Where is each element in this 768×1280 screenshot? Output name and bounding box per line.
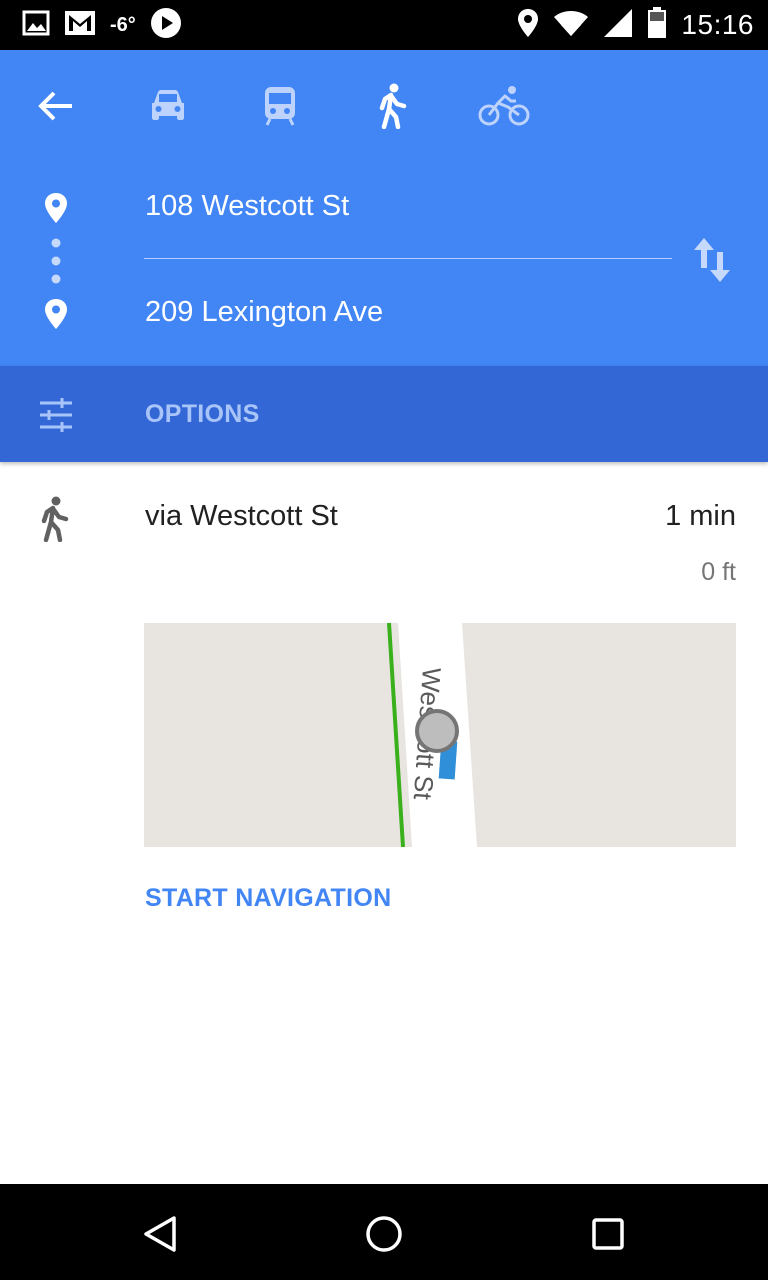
play-icon [150, 7, 182, 44]
temperature-label: -6° [110, 13, 136, 36]
walk-icon [379, 83, 407, 129]
map-graphic: Westcott St [144, 623, 736, 847]
route-map-preview[interactable]: Westcott St [144, 623, 736, 847]
tune-sliders-icon [38, 398, 74, 437]
mode-transit-tab[interactable] [252, 78, 308, 134]
nav-recents-button[interactable] [582, 1208, 634, 1260]
wifi-icon [553, 9, 589, 42]
gmail-icon [64, 10, 96, 41]
mode-walking-tab[interactable] [364, 78, 420, 134]
clock: 15:16 [681, 9, 754, 40]
location-icon [517, 8, 539, 43]
nav-home-button[interactable] [358, 1208, 410, 1260]
origin-pin-icon [42, 192, 70, 229]
travel-mode-bar [0, 50, 768, 162]
walk-icon [38, 496, 70, 547]
nav-back-button[interactable] [134, 1208, 186, 1260]
options-bar[interactable]: OPTIONS [0, 366, 768, 462]
address-divider [144, 258, 672, 259]
square-recents-icon [592, 1218, 624, 1250]
mode-driving-tab[interactable] [140, 78, 196, 134]
route-dots-icon [49, 236, 63, 291]
location-dot-icon [415, 709, 459, 753]
triangle-back-icon [144, 1216, 176, 1252]
battery-icon [647, 6, 667, 44]
destination-pin-icon [42, 298, 70, 335]
image-icon [22, 10, 50, 41]
car-icon [152, 90, 184, 120]
system-nav-bar [0, 1184, 768, 1280]
status-bar: -6° 15:16 [0, 0, 768, 50]
back-button[interactable] [28, 78, 84, 134]
directions-header: 108 Westcott St 209 Lexington Ave [0, 50, 768, 366]
mode-cycling-tab[interactable] [476, 78, 532, 134]
transit-icon [265, 87, 295, 126]
route-distance: 0 ft [701, 558, 736, 586]
destination-field[interactable]: 209 Lexington Ave [145, 296, 383, 329]
bike-icon [478, 86, 530, 126]
swap-arrows-icon [694, 238, 730, 282]
route-summary-card[interactable]: via Westcott St 1 min 0 ft [0, 462, 768, 602]
start-navigation-button[interactable]: START NAVIGATION [145, 884, 391, 913]
signal-icon [603, 8, 633, 43]
origin-field[interactable]: 108 Westcott St [145, 190, 349, 223]
back-arrow-icon [38, 91, 72, 121]
circle-home-icon [366, 1216, 402, 1252]
options-label: OPTIONS [145, 400, 260, 428]
route-duration: 1 min [665, 500, 736, 532]
route-title: via Westcott St [145, 500, 338, 532]
swap-button[interactable] [690, 236, 734, 284]
